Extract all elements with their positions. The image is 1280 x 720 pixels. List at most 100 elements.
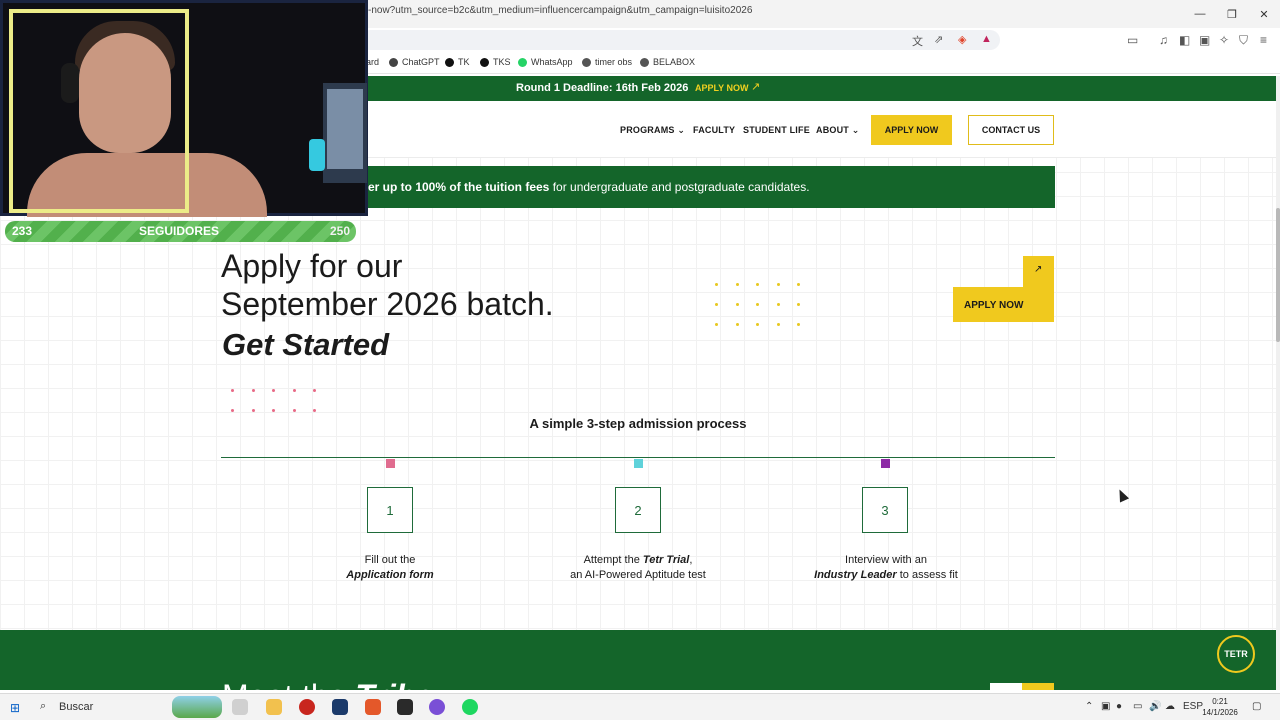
decorative-dot — [251, 389, 255, 392]
menu-icon[interactable]: ≡ — [1260, 33, 1267, 47]
reader-icon[interactable]: ▭ — [1127, 33, 1138, 47]
decorative-dot — [313, 389, 316, 392]
tetr-chat-badge[interactable]: TETR — [1217, 635, 1255, 673]
apply-card-label: APPLY NOW — [964, 300, 1024, 311]
webcam-frame — [9, 9, 189, 213]
brave-icon[interactable] — [365, 699, 381, 715]
step-2-number: 2 — [615, 487, 661, 533]
bookmark-label: BELABOX — [653, 57, 696, 67]
background-light — [309, 139, 325, 171]
carousel-next-button[interactable] — [1022, 683, 1054, 690]
tribe-title-plain: Meet the — [222, 678, 355, 690]
bookmark-item[interactable]: timer obs — [582, 57, 632, 67]
webcam-overlay — [0, 0, 368, 217]
brave-shield-icon[interactable]: ◈ — [958, 33, 966, 46]
bookmark-label: TK — [458, 57, 470, 67]
taskbar-clock[interactable]: 0:21 14/1/2026 — [1200, 696, 1240, 718]
onedrive-icon[interactable]: ☁ — [1165, 701, 1175, 712]
tribe-title-em: Tribe — [355, 678, 433, 690]
decorative-dot — [797, 323, 800, 326]
notifications-icon[interactable]: ▢ — [1252, 701, 1261, 712]
vpn-icon[interactable]: ⛉ — [1239, 33, 1248, 48]
followers-current: 233 — [12, 224, 33, 238]
step-1-marker — [386, 459, 395, 468]
globe-icon — [582, 57, 591, 67]
bookmark-item[interactable]: BELABOX — [640, 57, 695, 67]
nav-programs[interactable]: PROGRAMS ⌄ — [620, 125, 685, 136]
decorative-dot — [251, 409, 255, 412]
close-button[interactable]: ✕ — [1248, 0, 1280, 28]
bookmark-item[interactable]: TK — [445, 57, 470, 67]
leo-icon[interactable]: ✧ — [1219, 33, 1229, 47]
scrollbar-thumb[interactable] — [1276, 208, 1280, 342]
nav-label: ABOUT — [816, 125, 849, 135]
volume-icon[interactable]: 🔊 — [1149, 701, 1161, 712]
discord-icon[interactable] — [429, 699, 445, 715]
microphone-icon[interactable]: ● — [1116, 701, 1122, 712]
decorative-dot — [292, 389, 296, 392]
tiktok-icon — [480, 57, 489, 67]
step-line-bold: Tetr Trial — [642, 554, 690, 566]
tray-app-icon[interactable]: ▣ — [1101, 701, 1110, 712]
chevron-down-icon: ⌄ — [851, 125, 860, 135]
step-3-marker — [881, 459, 890, 468]
decorative-dot — [292, 409, 296, 412]
banner-apply-link[interactable]: APPLY NOW — [695, 83, 749, 93]
nav-student-life[interactable]: STUDENT LIFE — [743, 125, 810, 135]
search-icon[interactable]: ⌕ — [40, 700, 46, 713]
nav-apply-button[interactable]: APPLY NOW — [871, 115, 952, 145]
whatsapp-icon — [518, 57, 527, 67]
url-text[interactable]: -now?utm_source=b2c&utm_medium=influence… — [368, 5, 752, 16]
epic-games-icon[interactable] — [397, 699, 413, 715]
followers-goal: 250 — [329, 224, 350, 238]
bookmark-label: WhatsApp — [531, 57, 573, 67]
windows-start-icon[interactable]: ⊞ — [10, 701, 20, 715]
sidebar-icon[interactable]: ◧ — [1179, 33, 1190, 47]
nav-contact-button[interactable]: CONTACT US — [968, 115, 1054, 145]
page-scrollbar[interactable] — [1276, 76, 1280, 690]
task-view-icon[interactable] — [232, 699, 248, 715]
minimize-button[interactable]: — — [1184, 0, 1216, 28]
bookmark-label: TKS — [493, 57, 511, 67]
spotify-icon[interactable] — [462, 699, 478, 715]
tribe-section: Meet the Tribe — [0, 630, 1276, 690]
follower-goal-bar: 233 SEGUIDORES 250 — [5, 221, 356, 242]
bookmark-label: ChatGPT — [402, 57, 440, 67]
carousel-prev-button[interactable] — [990, 683, 1022, 690]
brave-rewards-icon[interactable]: ▲ — [981, 33, 992, 45]
arrow-up-right-icon: ↗ — [1034, 264, 1043, 275]
network-icon[interactable]: ▭ — [1133, 701, 1142, 712]
step-line: Fill out the — [364, 554, 416, 566]
bookmark-item[interactable]: ChatGPT — [389, 57, 440, 67]
media-icon[interactable]: ♫ — [1159, 33, 1168, 47]
bookmark-label: timer obs — [595, 57, 633, 67]
decorative-dot — [735, 283, 739, 286]
process-title: A simple 3-step admission process — [529, 416, 747, 431]
steam-icon[interactable] — [332, 699, 348, 715]
mouse-cursor — [1114, 487, 1130, 503]
bookmark-item[interactable]: TKS — [480, 57, 511, 67]
wallet-icon[interactable]: ▣ — [1199, 33, 1210, 47]
step-3-number: 3 — [862, 487, 908, 533]
step-line: to assess fit — [896, 569, 958, 581]
nav-faculty[interactable]: FACULTY — [693, 125, 735, 135]
taskbar-search[interactable]: Buscar — [59, 701, 93, 713]
share-icon[interactable]: ⇗ — [934, 33, 943, 46]
nav-about[interactable]: ABOUT ⌄ — [816, 125, 859, 136]
decorative-dot — [715, 303, 718, 306]
url-field[interactable] — [360, 30, 1000, 50]
step-line: Attempt the — [583, 554, 643, 566]
file-explorer-icon[interactable] — [266, 699, 282, 715]
process-timeline — [221, 457, 1055, 458]
translate-icon[interactable]: 文 — [912, 33, 923, 49]
scholarship-text: er up to 100% of the tuition fees for un… — [368, 180, 810, 194]
tray-chevron-icon[interactable]: ⌃ — [1085, 701, 1093, 712]
decorative-dot — [756, 303, 759, 306]
tiktok-icon — [445, 57, 454, 67]
app-red-icon[interactable] — [299, 699, 315, 715]
windows-taskbar: ⊞ ⌕ Buscar ⌃ ▣ ● ▭ 🔊 ☁ ESP 0:21 14/1/202… — [0, 693, 1280, 720]
step-2-text: Attempt the Tetr Trial, an AI-Powered Ap… — [518, 553, 758, 583]
restore-button[interactable]: ❐ — [1216, 0, 1248, 28]
bookmark-item[interactable]: WhatsApp — [518, 57, 573, 67]
chatgpt-icon — [389, 57, 398, 67]
